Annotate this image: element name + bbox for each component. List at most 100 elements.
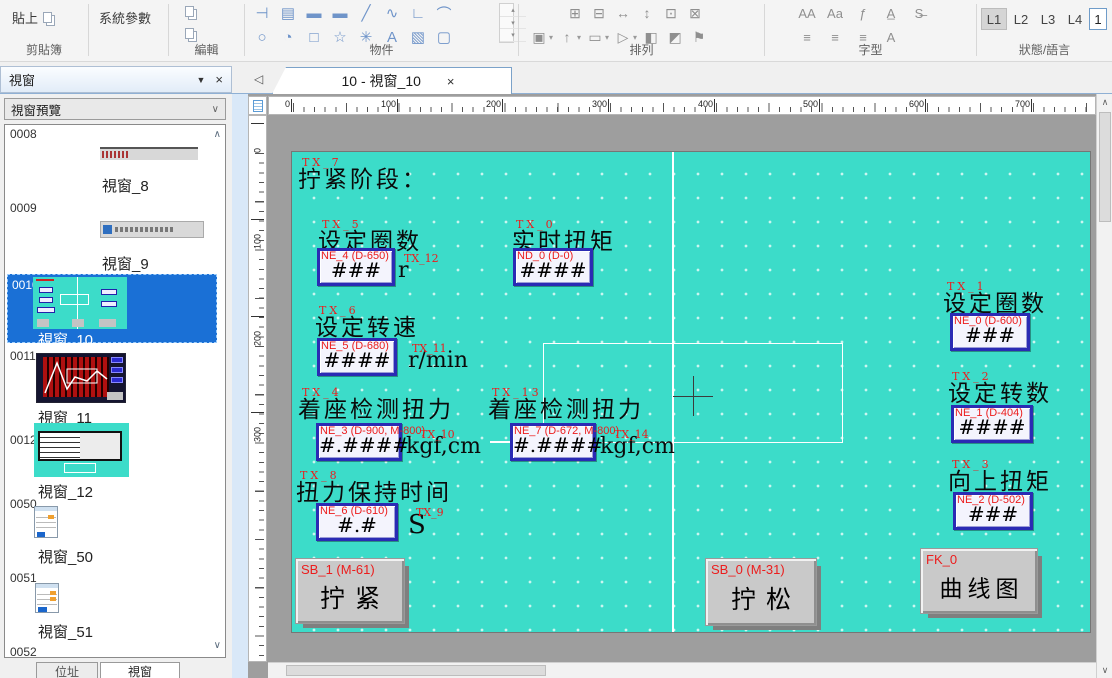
group-label-state-language: 狀態/語言: [977, 41, 1112, 58]
button-loosen[interactable]: SB_0 (M-31) 拧松: [705, 558, 817, 626]
copy-icon[interactable]: [185, 6, 194, 17]
polyline-icon[interactable]: ∟: [405, 1, 431, 25]
window-number: 0050: [10, 497, 37, 511]
state-button-l3[interactable]: L3: [1035, 8, 1061, 30]
tab-window[interactable]: 視窗: [100, 662, 180, 678]
object-tag: TX_0: [516, 218, 556, 231]
panel-close-icon[interactable]: ×: [215, 72, 223, 87]
button-curve-graph[interactable]: FK_0 曲线图: [920, 548, 1038, 614]
hmi-unit-seconds[interactable]: TX_9 S: [408, 510, 426, 540]
tab-close-icon[interactable]: ×: [447, 74, 455, 89]
ribbon-group-arrange: ⊞⊟↔↕⊡⊠ ▣▾↑▾▭▾▷▾◧◩⚑ 排列: [519, 0, 764, 61]
numeric-entry-ne2[interactable]: NE_2 (D-502) ###: [953, 492, 1033, 530]
object-tag: TX_14: [614, 428, 649, 441]
thumb-decoration: [37, 307, 55, 313]
ruler-label: 0: [251, 123, 264, 153]
underline-icon[interactable]: A̲: [877, 1, 905, 25]
tab-address[interactable]: 位址: [36, 662, 98, 678]
state-button-l1[interactable]: L1: [981, 8, 1007, 30]
numeric-entry-ne0[interactable]: NE_0 (D-600) ###: [950, 313, 1030, 351]
hmi-text-seat-torque-left[interactable]: TX_4 着座检测扭力: [298, 390, 454, 424]
window-list-item-50[interactable]: 0050 視窗_50: [6, 497, 212, 571]
group-label-clipboard: 剪貼簿: [0, 41, 88, 58]
panel-collapse-icon[interactable]: ▼: [196, 75, 205, 85]
numeric-entry-ne7[interactable]: NE_7 (D-672, M-800) #.####: [510, 423, 596, 461]
button-tighten[interactable]: SB_1 (M-61) 拧紧: [295, 558, 405, 624]
multi-copy-icon[interactable]: ⊞: [563, 1, 587, 25]
window-list-item-10-selected[interactable]: 0010 視窗_10: [7, 274, 217, 343]
scrollbar-thumb[interactable]: [286, 665, 546, 676]
numeric-entry-ne5[interactable]: NE_5 (D-680) ####: [317, 338, 397, 376]
window-number: 0009: [10, 201, 37, 215]
object-gallery-scrollbar[interactable]: ▴▾▾: [499, 3, 514, 43]
hmi-text: 设定转数: [948, 381, 1052, 407]
hmi-screen[interactable]: TX_7 拧紧阶段： TX_5 设定圈数 NE_4 (D-650) ### TX…: [292, 152, 1090, 632]
hmi-text-set-speed[interactable]: TX_6 设定转速: [315, 308, 419, 342]
object-tag: TX_1: [947, 280, 987, 293]
duplicate-icon[interactable]: [185, 28, 194, 39]
align-center-icon[interactable]: ⊟: [587, 1, 611, 25]
scale-widget-icon[interactable]: ⊣: [249, 1, 275, 25]
align-canvas-icon[interactable]: ⊠: [683, 1, 707, 25]
hmi-text: 着座检测扭力: [488, 397, 644, 423]
window-list-item-52[interactable]: 0052: [6, 645, 212, 658]
space-vertical-icon[interactable]: ↕: [635, 1, 659, 25]
thumb-decoration: [43, 357, 109, 397]
ribbon-group-font: AAAaƒA̲S̶ ≡≡≡A 字型: [765, 0, 976, 61]
window-list-item-51[interactable]: 0051 視窗_51: [6, 571, 212, 645]
window-list-item-8[interactable]: 0008 視窗_8: [6, 125, 212, 199]
numeric-entry-ne6[interactable]: NE_6 (D-610) #.#: [316, 503, 398, 541]
lamp-widget-icon[interactable]: ▬: [327, 1, 353, 25]
font-enlarge-icon[interactable]: AA: [793, 1, 821, 25]
arc-icon[interactable]: ⌒: [431, 1, 457, 25]
scrollbar-up-icon[interactable]: ∧: [1097, 94, 1112, 110]
window-list-item-12[interactable]: 0012 視窗_12: [6, 423, 212, 497]
scrollbar-thumb[interactable]: [1099, 112, 1111, 222]
list-display-icon[interactable]: ▤: [275, 1, 301, 25]
numeric-entry-ne1[interactable]: NE_1 (D-404) ####: [951, 405, 1033, 443]
hmi-text-up-torque[interactable]: TX_3 向上扭矩: [948, 462, 1052, 496]
button-label: 曲线图: [921, 569, 1037, 603]
paste-button[interactable]: 貼上: [6, 4, 58, 31]
numeric-entry-ne3[interactable]: NE_3 (D-900, M-800) #.####: [316, 423, 402, 461]
freehand-line-icon[interactable]: ∿: [379, 1, 405, 25]
line-icon[interactable]: ╱: [353, 1, 379, 25]
preview-mode-label: 視窗預覽: [11, 100, 61, 119]
hmi-text-hold-time[interactable]: TX_8 扭力保持时间: [296, 473, 452, 507]
numeric-entry-ne4[interactable]: NE_4 (D-650) ###: [317, 248, 395, 286]
language-spinner[interactable]: 1: [1089, 8, 1107, 30]
state-button-l4[interactable]: L4: [1062, 8, 1088, 30]
hmi-unit-rpm[interactable]: TX_11 r/min: [408, 348, 468, 373]
list-scroll-up-icon[interactable]: ∧: [214, 129, 221, 140]
space-horizontal-icon[interactable]: ↔: [611, 1, 635, 25]
panel-splitter[interactable]: [232, 94, 248, 678]
drawing-area[interactable]: TX_7 拧紧阶段： TX_5 设定圈数 NE_4 (D-650) ### TX…: [268, 115, 1096, 662]
font-style-icon[interactable]: ƒ: [849, 1, 877, 25]
scrollbar-down-icon[interactable]: ∨: [1097, 662, 1112, 678]
make-same-size-icon[interactable]: ⊡: [659, 1, 683, 25]
hmi-text-set-revs-right[interactable]: TX_2 设定转数: [948, 374, 1052, 408]
font-shrink-icon[interactable]: Aa: [821, 1, 849, 25]
hmi-text-tighten-stage[interactable]: TX_7 拧紧阶段：: [298, 160, 428, 194]
horizontal-scrollbar[interactable]: [268, 662, 1096, 678]
object-tag: TX_11: [412, 342, 447, 355]
hmi-unit-kgf-left[interactable]: TX_10 kgf,cm: [406, 434, 481, 459]
window-list-item-11[interactable]: 0011 視窗_11: [6, 349, 212, 423]
strikethrough-icon[interactable]: S̶: [905, 1, 933, 25]
window-thumbnail: [34, 423, 129, 477]
vertical-scrollbar[interactable]: ∧ ∨: [1096, 94, 1112, 678]
thumb-decoration: [50, 597, 56, 601]
button-widget-icon[interactable]: ▬: [301, 1, 327, 25]
system-parameters-button[interactable]: 系統參數: [93, 4, 157, 31]
preview-mode-dropdown[interactable]: 視窗預覽 ∨: [4, 98, 226, 120]
hmi-text-seat-torque-mid[interactable]: TX_13 着座检测扭力: [488, 390, 644, 424]
document-tab[interactable]: 10 - 視窗_10 ×: [272, 67, 512, 94]
tab-scroll-left-icon[interactable]: ◁: [254, 72, 263, 86]
window-list-item-9[interactable]: 0009 視窗_9: [6, 199, 212, 274]
hmi-unit-kgf-mid[interactable]: TX_14 kgf,cm: [600, 434, 675, 459]
hmi-unit-r[interactable]: TX_12 r: [398, 258, 409, 283]
numeric-display-nd0[interactable]: ND_0 (D-0) ####: [513, 248, 593, 286]
editor-canvas-area: 0 100 200 300 400 500 600 700 0 100 200 …: [248, 94, 1112, 678]
state-button-l2[interactable]: L2: [1008, 8, 1034, 30]
list-scroll-down-icon[interactable]: ∨: [214, 640, 221, 651]
